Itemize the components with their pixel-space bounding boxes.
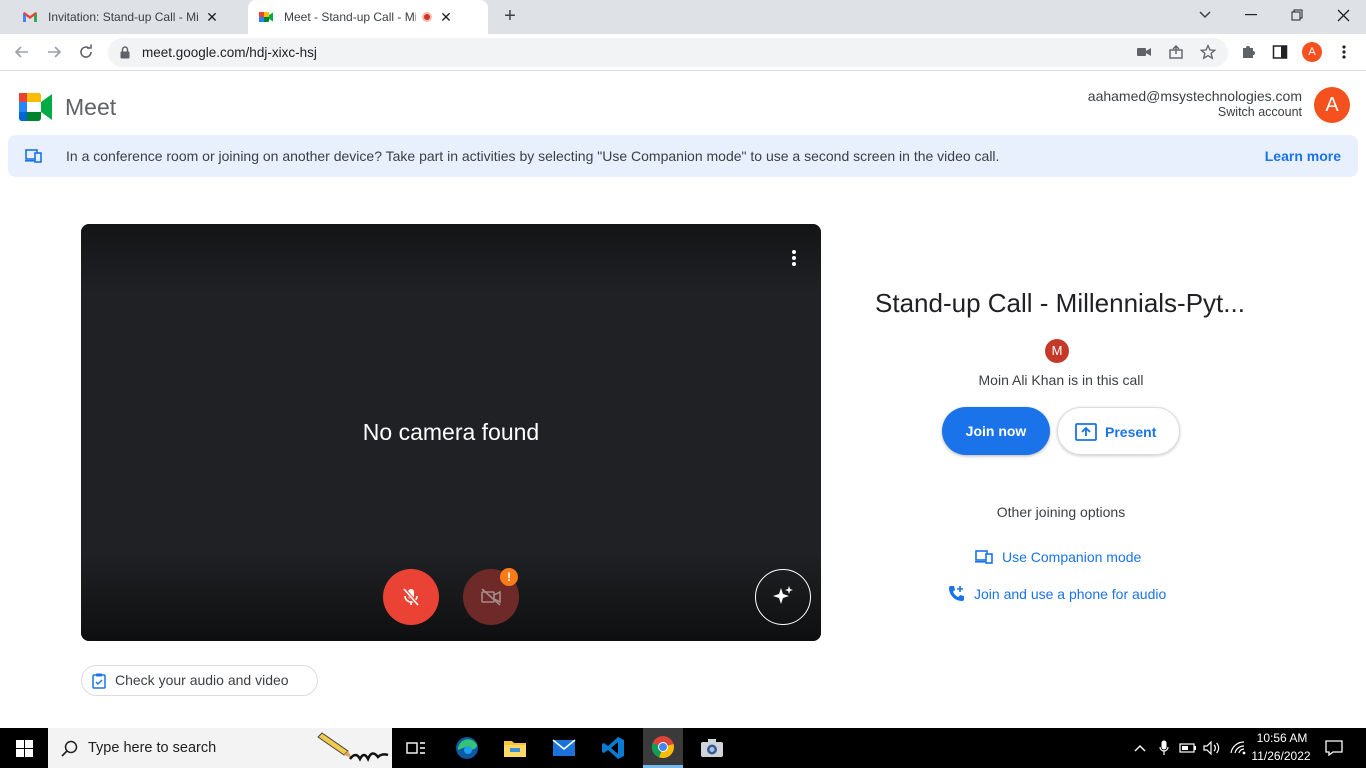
switch-account-link[interactable]: Switch account <box>1218 105 1302 119</box>
app-name: Meet <box>65 94 117 120</box>
mic-off-icon <box>402 587 420 607</box>
chrome-taskbar-icon[interactable] <box>643 728 683 768</box>
volume-icon[interactable] <box>1200 732 1224 764</box>
video-bottom-gradient <box>81 551 821 641</box>
gmail-icon <box>23 12 37 22</box>
taskbar-search-box[interactable]: Type here to search <box>48 728 392 768</box>
extensions-puzzle-icon[interactable] <box>1238 42 1258 62</box>
task-view-icon[interactable] <box>400 732 432 764</box>
present-button[interactable]: Present <box>1057 407 1180 455</box>
phone-add-icon <box>949 586 964 601</box>
present-label: Present <box>1105 424 1157 440</box>
account-avatar[interactable]: A <box>1314 87 1350 123</box>
camera-app-icon[interactable] <box>696 732 728 764</box>
use-companion-mode-label: Use Companion mode <box>1002 549 1142 565</box>
browser-tab-strip: Invitation: Stand-up Call - Millennials … <box>0 0 1366 34</box>
join-with-phone-link[interactable]: Join and use a phone for audio <box>948 585 1166 602</box>
reload-icon[interactable] <box>76 42 96 62</box>
join-now-button[interactable]: Join now <box>942 407 1050 455</box>
devices-icon <box>25 149 42 163</box>
show-hidden-icons-chevron-icon[interactable] <box>1128 732 1152 764</box>
close-tab-icon[interactable]: ✕ <box>438 9 454 26</box>
check-audio-video-button[interactable]: Check your audio and video <box>81 665 318 696</box>
battery-icon[interactable] <box>1176 732 1200 764</box>
url-text: meet.google.com/hdj-xixc-hsj <box>142 45 317 60</box>
taskbar-clock-time[interactable]: 10:56 AM <box>1252 731 1312 745</box>
participants-in-call-text: Moin Ali Khan is in this call <box>978 372 1144 388</box>
camera-warning-badge: ! <box>500 568 518 586</box>
windows-start-icon[interactable] <box>8 732 40 764</box>
share-icon[interactable] <box>1166 42 1186 62</box>
camera-blocked-icon[interactable] <box>1134 42 1154 62</box>
join-with-phone-label: Join and use a phone for audio <box>974 585 1167 602</box>
wifi-icon[interactable] <box>1226 732 1250 764</box>
tab-title: Invitation: Stand-up Call - Millennials <box>48 10 198 24</box>
notification-center-icon[interactable] <box>1318 732 1350 764</box>
taskbar-clock-date[interactable]: 11/26/2022 <box>1248 749 1314 763</box>
forward-arrow-icon[interactable] <box>44 42 64 62</box>
video-top-gradient <box>81 224 821 294</box>
camera-off-icon <box>481 588 501 606</box>
meeting-title: Stand-up Call - Millennials-Pyt... <box>875 288 1245 318</box>
companion-mode-banner: In a conference room or joining on anoth… <box>8 135 1358 177</box>
close-tab-icon[interactable]: ✕ <box>204 9 220 26</box>
use-companion-mode-link[interactable]: Use Companion mode <box>975 549 1141 565</box>
search-highlight-pencil-icon <box>317 732 389 763</box>
lock-icon <box>120 46 130 59</box>
other-joining-options-heading: Other joining options <box>996 504 1126 520</box>
clipboard-check-icon <box>92 673 106 689</box>
microphone-toggle-button[interactable] <box>383 569 439 625</box>
banner-text: In a conference room or joining on anoth… <box>66 148 1000 164</box>
sparkle-icon <box>773 586 793 604</box>
minimize-button[interactable] <box>1228 0 1274 30</box>
browser-profile-avatar[interactable]: A <box>1302 42 1322 62</box>
restore-button[interactable] <box>1274 0 1320 30</box>
taskbar-search-placeholder: Type here to search <box>88 740 217 756</box>
new-tab-button[interactable]: + <box>500 6 520 26</box>
tab-search-chevron-icon[interactable] <box>1182 0 1228 30</box>
participant-avatar: M <box>1045 339 1069 363</box>
tab-meet[interactable]: Meet - Stand-up Call - Millennials ✕ <box>248 0 488 34</box>
vscode-icon[interactable] <box>597 732 629 764</box>
side-panel-icon[interactable] <box>1270 42 1290 62</box>
visual-effects-button[interactable] <box>755 569 811 625</box>
learn-more-link[interactable]: Learn more <box>1265 148 1341 164</box>
companion-devices-icon <box>975 550 993 564</box>
video-preview: No camera found ! <box>81 224 821 641</box>
mail-icon[interactable] <box>548 732 580 764</box>
meet-logo-icon <box>19 93 52 121</box>
browser-menu-kebab-icon[interactable] <box>1334 42 1354 62</box>
search-icon <box>61 740 78 757</box>
recording-indicator-icon <box>422 12 432 22</box>
check-audio-video-label: Check your audio and video <box>115 672 289 688</box>
no-camera-message: No camera found <box>362 419 540 445</box>
file-explorer-icon[interactable] <box>499 732 531 764</box>
address-bar[interactable]: meet.google.com/hdj-xixc-hsj <box>108 38 1228 67</box>
meet-icon <box>259 12 273 22</box>
more-options-kebab-icon[interactable] <box>784 248 804 268</box>
close-window-button[interactable] <box>1320 0 1366 30</box>
tab-title: Meet - Stand-up Call - Millennials <box>284 10 416 24</box>
microphone-tray-icon[interactable] <box>1152 732 1176 764</box>
tab-gmail-invitation[interactable]: Invitation: Stand-up Call - Millennials … <box>12 0 248 34</box>
back-arrow-icon[interactable] <box>12 42 32 62</box>
bookmark-star-icon[interactable] <box>1198 42 1218 62</box>
present-screen-icon <box>1075 423 1097 441</box>
account-email: aahamed@msystechnologies.com <box>1087 88 1302 104</box>
browser-toolbar: meet.google.com/hdj-xixc-hsj A <box>0 34 1366 71</box>
windows-taskbar: Type here to search 10:56 AM 11/26/2022 <box>0 728 1366 768</box>
edge-browser-icon[interactable] <box>451 732 483 764</box>
